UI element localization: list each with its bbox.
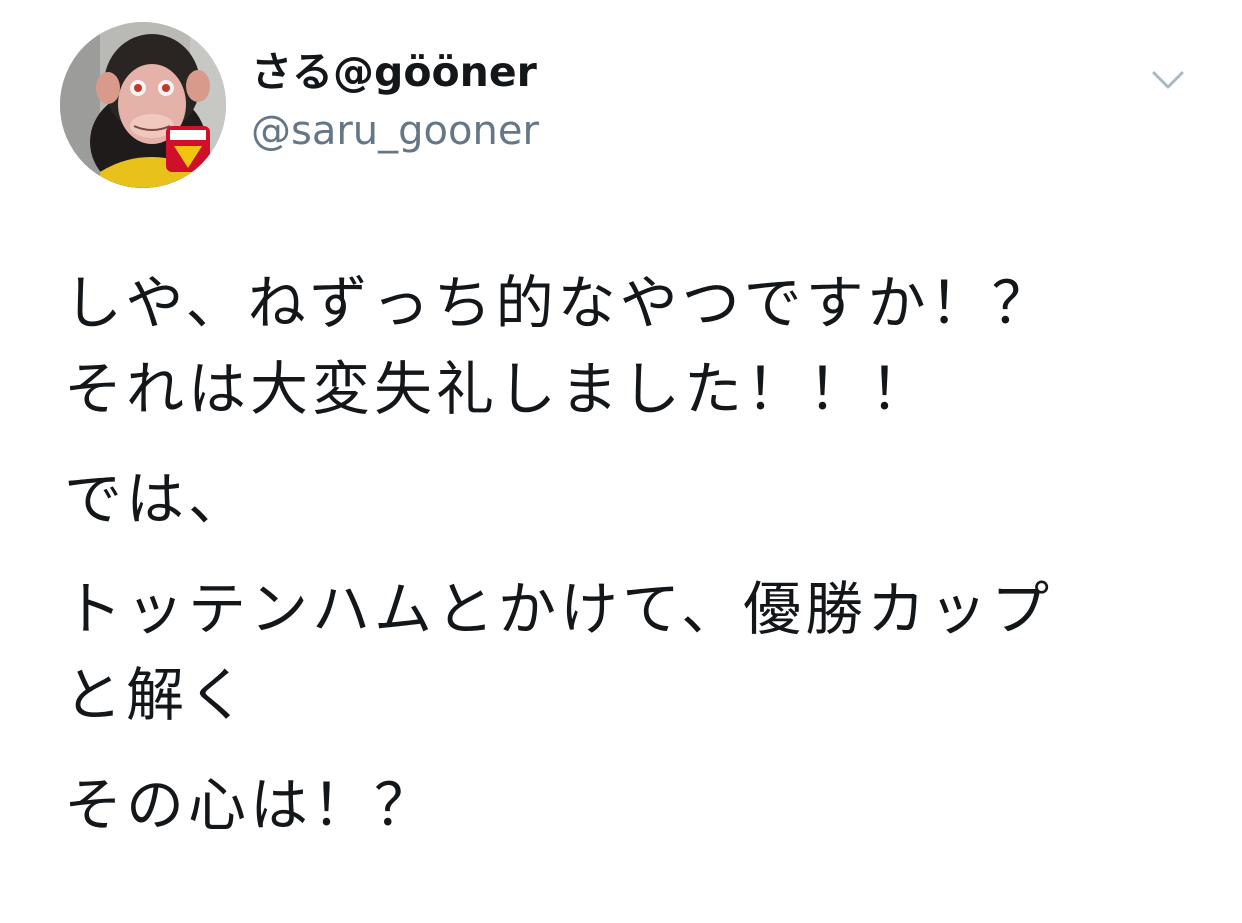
tweet-line: しや、ねずっち的なやつですか！？ <box>64 269 1054 337</box>
tweet-line: では、 <box>64 465 251 533</box>
tweet-line: と解く <box>64 661 251 729</box>
tweet-line: その心は！？ <box>64 771 437 839</box>
tweet-paragraph: しや、ねずっち的なやつですか！？ それは大変失礼しました！！！ <box>64 260 1204 432</box>
display-name[interactable]: さる@gööner <box>251 46 537 98</box>
tweet-line: それは大変失礼しました！！！ <box>64 355 933 423</box>
monkey-avatar-image <box>60 22 226 188</box>
tweet-line: トッテンハムとかけて、優勝カップ <box>64 575 1054 643</box>
tweet-paragraph: では、 <box>64 456 1204 542</box>
tweet-paragraph: トッテンハムとかけて、優勝カップ と解く <box>64 566 1204 738</box>
tweet-text: しや、ねずっち的なやつですか！？ それは大変失礼しました！！！ では、 トッテン… <box>64 260 1204 872</box>
chevron-down-icon[interactable] <box>1148 60 1188 100</box>
chevron-down-glyph <box>1152 71 1184 89</box>
user-handle[interactable]: @saru_gooner <box>251 105 539 157</box>
avatar[interactable] <box>60 22 226 188</box>
tweet-card: さる@gööner @saru_gooner しや、ねずっち的なやつですか！？ … <box>0 0 1242 923</box>
tweet-paragraph: その心は！？ <box>64 762 1204 848</box>
